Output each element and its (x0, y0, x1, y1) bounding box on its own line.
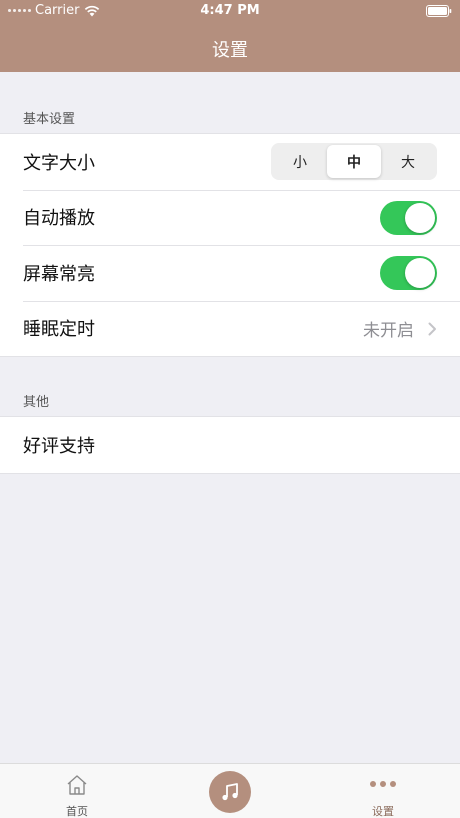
sleep-timer-value: 未开启 (363, 320, 414, 341)
font-size-row: 文字大小 小 中 大 (0, 134, 460, 190)
basic-settings-group: 文字大小 小 中 大 自动播放 屏幕常亮 睡眠定时 未开启 (0, 133, 460, 357)
sleep-timer-row[interactable]: 睡眠定时 未开启 (0, 300, 460, 357)
play-button[interactable] (209, 771, 251, 813)
font-size-large-segment[interactable]: 大 (381, 145, 435, 178)
more-dots-icon (370, 781, 396, 787)
screen-on-label: 屏幕常亮 (23, 263, 95, 285)
battery-icon (426, 5, 452, 17)
home-icon (67, 775, 87, 795)
tab-settings-label: 设置 (372, 805, 394, 818)
section-label-other: 其他 (23, 395, 50, 410)
toggle-knob (405, 202, 435, 233)
music-note-icon (222, 783, 238, 801)
toggle-knob (405, 258, 435, 288)
autoplay-row: 自动播放 (0, 189, 460, 246)
tab-home[interactable]: 首页 (17, 764, 137, 818)
autoplay-toggle[interactable] (380, 200, 437, 235)
tab-bar: 首页 设置 (0, 763, 460, 818)
status-bar: Carrier 4:47 PM (0, 0, 460, 22)
status-time: 4:47 PM (200, 3, 260, 18)
page-title: 设置 (212, 40, 248, 61)
chevron-right-icon (428, 322, 436, 335)
font-size-small-segment[interactable]: 小 (273, 145, 327, 178)
section-label-basic: 基本设置 (23, 112, 76, 127)
sleep-timer-label: 睡眠定时 (23, 319, 95, 341)
header: Carrier 4:47 PM 设置 (0, 0, 460, 72)
rate-row[interactable]: 好评支持 (0, 417, 460, 473)
screen-on-row: 屏幕常亮 (0, 245, 460, 301)
other-settings-group: 好评支持 (0, 416, 460, 474)
font-size-label: 文字大小 (23, 152, 95, 174)
screen-on-toggle[interactable] (380, 256, 437, 290)
rate-label: 好评支持 (23, 435, 95, 457)
tab-home-label: 首页 (66, 805, 88, 818)
tab-settings[interactable]: 设置 (323, 764, 443, 818)
autoplay-label: 自动播放 (23, 208, 95, 230)
font-size-segmented-control: 小 中 大 (271, 143, 437, 180)
font-size-medium-segment[interactable]: 中 (327, 145, 381, 178)
